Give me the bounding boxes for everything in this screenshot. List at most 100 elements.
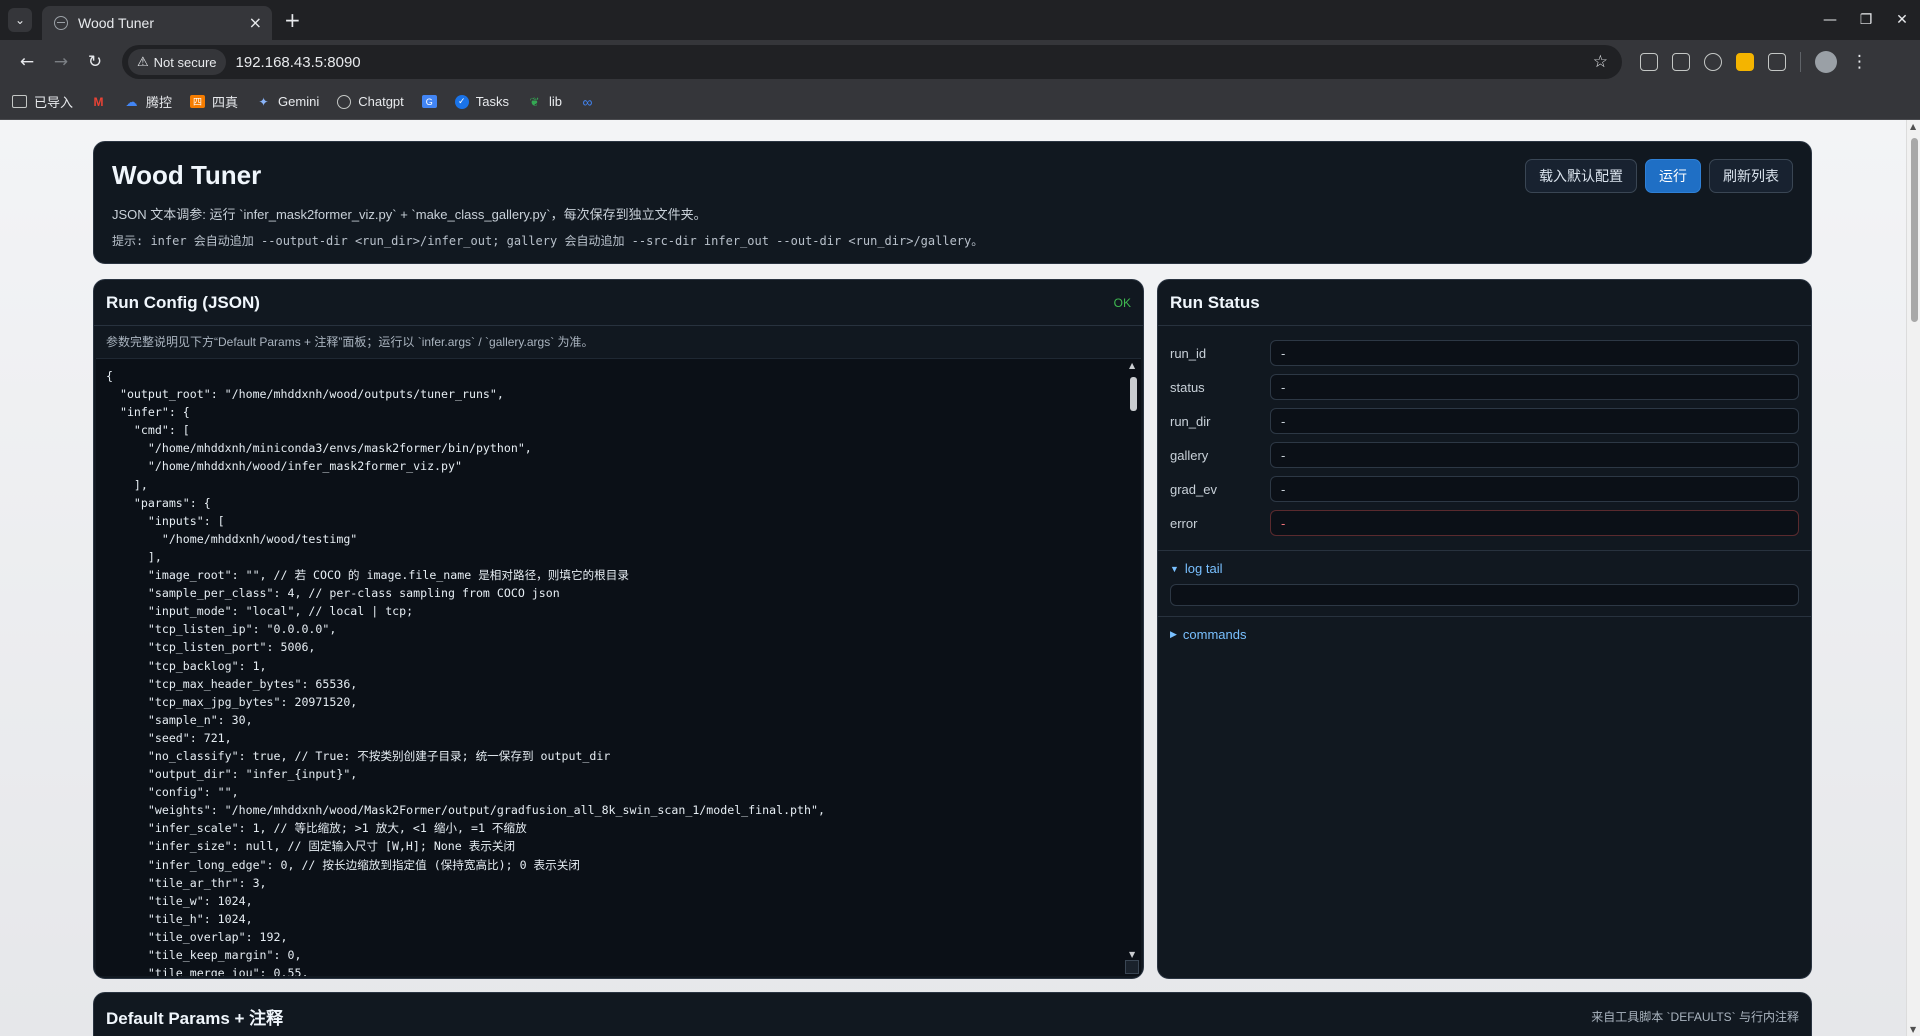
code-line: "infer_size": null, // 固定输入尺寸 [W,H]; Non… [106, 839, 516, 854]
run-config-title: Run Config (JSON) [106, 292, 260, 312]
bookmark-translate[interactable]: G [421, 95, 437, 108]
run-config-panel: Run Config (JSON) OK 参数完整说明见下方“Default P… [93, 279, 1144, 979]
default-params-panel: Default Params + 注释 来自工具脚本 `DEFAULTS` 与行… [93, 992, 1812, 1036]
bookmark-label: 四真 [212, 95, 239, 110]
run-config-note: 参数完整说明见下方“Default Params + 注释”面板；运行以 `in… [106, 334, 594, 349]
default-params-note: 来自工具脚本 `DEFAULTS` 与行内注释 [1591, 1009, 1799, 1024]
extension-icon-4[interactable] [1736, 53, 1754, 71]
bookmark-gemini[interactable]: ✦ Gemini [256, 94, 320, 109]
address-bar[interactable]: ⚠ Not secure 192.168.43.5:8090 ☆ [122, 45, 1622, 79]
code-line: "inputs": [ [106, 513, 225, 528]
page-title: Wood Tuner [112, 160, 262, 190]
code-line: "output_root": "/home/mhddxnh/wood/outpu… [106, 387, 504, 402]
minimize-icon[interactable]: — [1812, 0, 1848, 40]
header-actions: 载入默认配置 运行 刷新列表 [1525, 159, 1793, 193]
load-defaults-button[interactable]: 载入默认配置 [1525, 159, 1637, 193]
default-params-title: Default Params + 注释 [106, 1008, 284, 1028]
extension-icon-1[interactable] [1640, 53, 1658, 71]
close-window-icon[interactable]: ✕ [1884, 0, 1920, 40]
close-tab-icon[interactable]: × [249, 15, 262, 31]
restore-icon[interactable]: ❐ [1848, 0, 1884, 40]
status-row-status: status - [1170, 370, 1799, 404]
code-line: "params": { [106, 495, 211, 510]
bookmark-star-icon[interactable]: ☆ [1593, 52, 1608, 72]
code-line: "tcp_listen_port": 5006, [106, 640, 316, 655]
code-line: "tile_keep_margin": 0, [106, 948, 302, 962]
run-config-header: Run Config (JSON) OK [94, 280, 1143, 326]
code-line: ], [106, 549, 162, 564]
bookmark-label: Gemini [278, 94, 320, 109]
status-row-gallery: gallery - [1170, 438, 1799, 472]
commands-toggle[interactable]: ▶ commands [1170, 627, 1799, 642]
scroll-down-icon[interactable]: ▼ [1910, 1025, 1916, 1034]
grad-ev-value: - [1270, 476, 1799, 502]
cloud-icon: ☁ [125, 94, 138, 109]
run-status-header: Run Status [1158, 280, 1811, 326]
back-icon[interactable]: ← [10, 45, 44, 79]
reload-icon[interactable]: ↻ [78, 45, 112, 79]
site-info-chip[interactable]: ⚠ Not secure [128, 49, 226, 75]
log-tail-toggle[interactable]: ▼ log tail [1170, 561, 1799, 576]
field-label: grad_ev [1170, 481, 1217, 497]
log-tail-section: ▼ log tail [1158, 551, 1811, 616]
editor-scrollbar[interactable]: ▲ ▼ [1127, 359, 1139, 959]
extension-icon-2[interactable] [1672, 53, 1690, 71]
tab-search-button[interactable]: ⌄ [8, 8, 32, 32]
status-row-run-dir: run_dir - [1170, 404, 1799, 438]
browser-toolbar: ← → ↻ ⚠ Not secure 192.168.43.5:8090 ☆ ⋮ [0, 40, 1920, 84]
page-scrollbar[interactable]: ▲ ▼ [1906, 120, 1920, 1036]
code-line: "tile_h": 1024, [106, 911, 253, 926]
not-secure-label: Not secure [153, 54, 217, 70]
editor-scroll-thumb[interactable] [1130, 377, 1137, 411]
extension-icon-3[interactable] [1704, 53, 1722, 71]
code-line: "sample_per_class": 4, // per-class samp… [106, 586, 560, 601]
field-label: error [1170, 515, 1198, 531]
scroll-up-icon[interactable]: ▲ [1129, 361, 1135, 370]
scroll-up-icon[interactable]: ▲ [1910, 122, 1916, 131]
tasks-icon: ✓ [454, 94, 469, 109]
code-line: "tile_ar_thr": 3, [106, 875, 267, 890]
window-controls: — ❐ ✕ [1812, 0, 1920, 40]
bookmark-label: 已导入 [34, 95, 74, 110]
page-scroll-thumb[interactable] [1911, 138, 1918, 322]
gmail-icon: M [93, 94, 104, 109]
bookmark-link[interactable]: ∞ [580, 93, 595, 110]
scroll-down-icon[interactable]: ▼ [1129, 950, 1135, 959]
code-line: "tcp_max_header_bytes": 65536, [106, 676, 358, 691]
bookmark-chatgpt[interactable]: Chatgpt [337, 94, 404, 109]
link-icon: ∞ [582, 93, 593, 110]
url-text[interactable]: 192.168.43.5:8090 [236, 54, 1593, 71]
log-tail-label: log tail [1184, 561, 1223, 576]
code-line: "sample_n": 30, [106, 712, 253, 727]
json-editor[interactable]: { "output_root": "/home/mhddxnh/wood/out… [96, 358, 1141, 976]
run-id-value: - [1270, 340, 1799, 366]
browser-tab-strip: ⌄ Wood Tuner × + — ❐ ✕ [0, 0, 1920, 40]
profile-avatar[interactable] [1815, 51, 1837, 73]
forward-icon[interactable]: → [44, 45, 78, 79]
resize-handle[interactable] [1125, 960, 1139, 974]
bookmark-imported[interactable]: 已导入 [12, 92, 73, 111]
code-line: "/home/mhddxnh/wood/testimg" [106, 531, 358, 546]
code-line: "weights": "/home/mhddxnh/wood/Mask2Form… [106, 803, 825, 818]
field-label: run_dir [1170, 413, 1211, 429]
run-status-panel: Run Status run_id - status - run_dir - g… [1157, 279, 1812, 979]
caret-down-icon: ▼ [1170, 563, 1179, 574]
puzzle-icon[interactable] [1768, 53, 1786, 71]
code-line: "tile_w": 1024, [106, 893, 253, 908]
json-status-badge: OK [1113, 295, 1131, 310]
bookmark-tasks[interactable]: ✓ Tasks [454, 94, 509, 109]
bookmark-lib[interactable]: ❦ lib [527, 94, 562, 109]
code-line: "infer_scale": 1, // 等比缩放; >1 放大, <1 缩小,… [106, 821, 527, 836]
menu-dots-icon[interactable]: ⋮ [1851, 52, 1868, 72]
gemini-icon: ✦ [258, 94, 269, 109]
run-button[interactable]: 运行 [1645, 159, 1701, 193]
bookmark-sizhen[interactable]: 四 四真 [190, 92, 238, 111]
refresh-list-button[interactable]: 刷新列表 [1709, 159, 1793, 193]
json-editor-text[interactable]: { "output_root": "/home/mhddxnh/wood/out… [106, 367, 1121, 976]
bookmark-tengkong[interactable]: ☁ 腾控 [124, 92, 173, 111]
bookmark-gmail[interactable]: M [91, 94, 106, 109]
new-tab-button[interactable]: + [284, 8, 301, 32]
code-line: "tcp_max_jpg_bytes": 20971520, [106, 694, 358, 709]
browser-tab[interactable]: Wood Tuner × [42, 6, 272, 40]
error-value: - [1270, 510, 1799, 536]
